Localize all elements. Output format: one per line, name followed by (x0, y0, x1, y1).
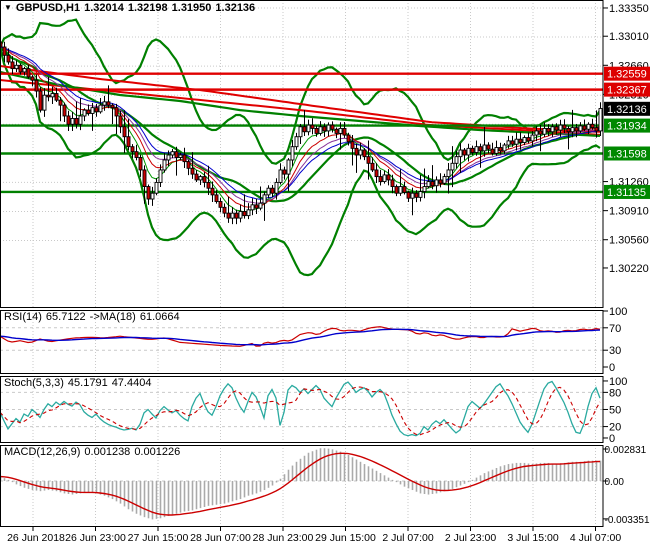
price-badge-label: 1.32367 (607, 85, 647, 97)
price-tick-label: 1.33010 (609, 31, 649, 43)
rsi-axis-label: 0 (609, 362, 615, 374)
time-axis[interactable]: 26 Jun 2018 26 Jun 23:00 27 Jun 15:00 28 Ju… (7, 527, 621, 544)
time-tick-label: 28 Jun 07:00 (190, 532, 251, 544)
time-tick-label: 3 Jul 15:00 (507, 532, 559, 544)
time-tick-label: 2 Jul 23:00 (445, 532, 497, 544)
stoch-axis-label: 0 (609, 433, 615, 445)
rsi-axis-label: 70 (609, 323, 621, 335)
stoch-axis-label: 50 (609, 404, 621, 416)
price-tick-label: 1.30560 (609, 235, 649, 247)
stoch-panel[interactable] (0, 376, 603, 443)
trading-chart-window: 1.333501.330101.326601.323101.312601.309… (0, 0, 650, 550)
rsi-axis-label: 30 (609, 345, 621, 357)
stoch-axis-label: 20 (609, 422, 621, 434)
main-chart-panel[interactable] (0, 0, 603, 308)
price-tick-label: 1.33350 (609, 3, 649, 15)
price-tick-label: 1.30910 (609, 206, 649, 218)
price-badge-label: 1.31598 (607, 149, 647, 161)
time-tick-label: 2 Jul 07:00 (382, 532, 434, 544)
stoch-axis-label: 100 (609, 376, 627, 388)
price-badge-label: 1.32559 (607, 69, 647, 81)
time-tick-label: 28 Jun 23:00 (253, 532, 314, 544)
price-badge-label: 1.31135 (607, 187, 646, 199)
time-tick-label: 4 Jul 07:00 (570, 532, 622, 544)
macd-panel[interactable] (0, 445, 603, 527)
price-axis[interactable]: 1.333501.330101.326601.323101.312601.309… (603, 3, 650, 526)
price-tick-label: 1.30220 (609, 263, 649, 275)
macd-axis-label: -0.003351 (605, 515, 650, 526)
time-tick-label: 29 Jun 15:00 (315, 532, 376, 544)
price-chart-canvas: 1.333501.330101.326601.323101.312601.309… (0, 0, 650, 544)
symbol-dropdown-icon[interactable]: ▼ (4, 3, 12, 12)
time-tick-label: 26 Jun 2018 (7, 532, 65, 544)
rsi-panel[interactable] (0, 310, 603, 374)
macd-axis-label: 0.00 (605, 477, 625, 488)
rsi-axis-label: 100 (609, 306, 627, 318)
price-badge-label: 1.31934 (607, 121, 647, 133)
price-badge-label: 1.32136 (607, 104, 647, 116)
macd-axis-label: 0.002831 (605, 445, 647, 456)
time-tick-label: 27 Jun 15:00 (128, 532, 189, 544)
stoch-axis-label: 80 (609, 387, 621, 399)
time-tick-label: 26 Jun 23:00 (65, 532, 126, 544)
